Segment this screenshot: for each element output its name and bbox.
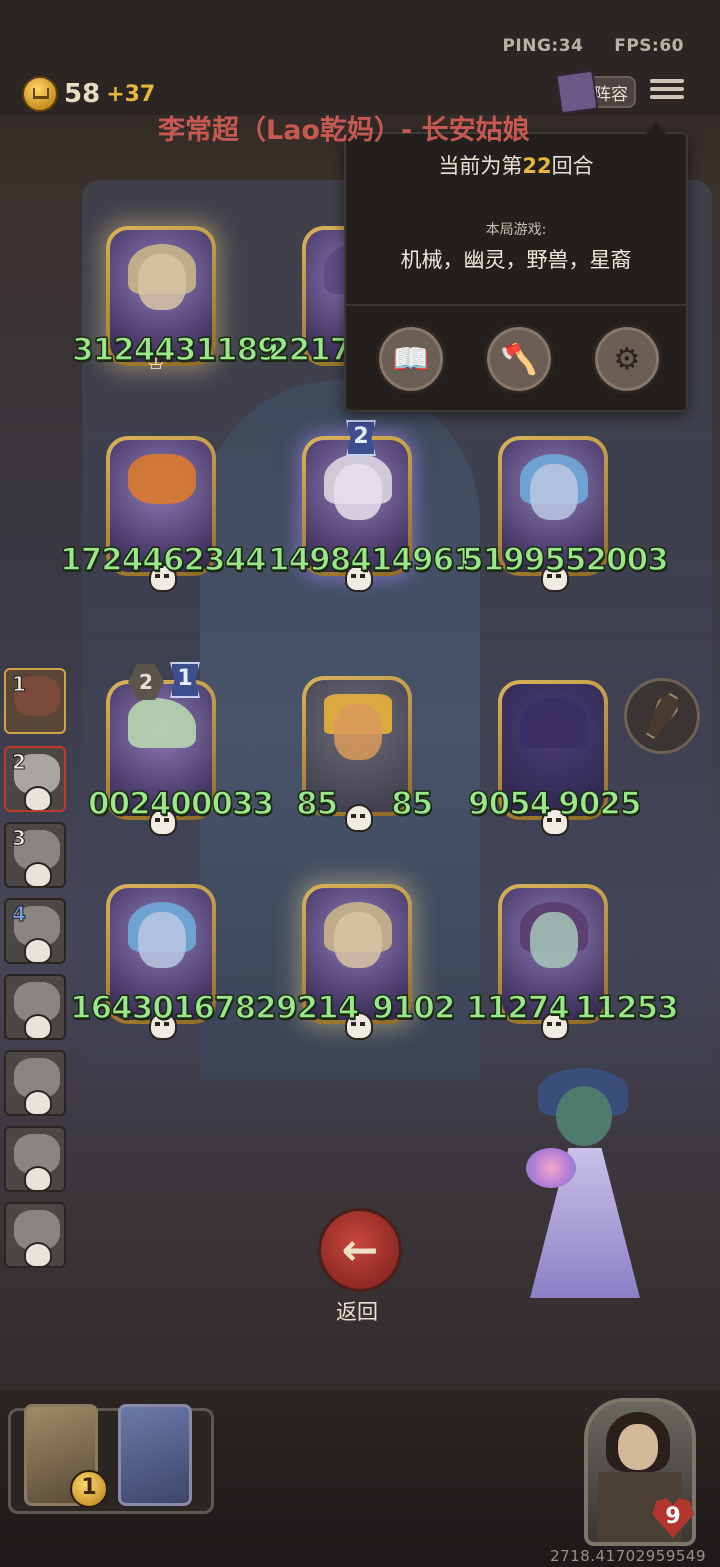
- coffin-button[interactable]: [624, 678, 700, 754]
- arrow-left-icon: ←: [341, 1224, 379, 1276]
- rulebook-button[interactable]: 📖: [376, 324, 446, 394]
- gold-coin-icon: [22, 76, 58, 112]
- skull-icon: [24, 1014, 52, 1038]
- card-stats: 1643016782: [69, 989, 277, 1027]
- hero-health: 9: [665, 1504, 681, 1529]
- card-stats: 5199552003: [461, 541, 669, 579]
- menu-button[interactable]: [650, 76, 684, 106]
- divider: [346, 304, 686, 306]
- skull-icon: [24, 786, 52, 810]
- player-slot[interactable]: 3: [4, 822, 66, 888]
- skull-icon: [24, 1090, 52, 1114]
- card-stats: 2217: [267, 331, 352, 369]
- back-button[interactable]: ←: [318, 1208, 402, 1292]
- gold-amount: 58: [64, 79, 101, 109]
- card-stats: 11274 11253: [465, 989, 679, 1027]
- card-stats: 9054 9025: [467, 785, 642, 823]
- round-text: 当前为第22回合: [438, 154, 594, 178]
- bouquet-icon: [526, 1148, 576, 1188]
- player-slot[interactable]: [4, 1126, 66, 1192]
- axe-icon: 🪓: [500, 341, 538, 377]
- player-slot[interactable]: 2: [4, 746, 66, 812]
- coffin-icon: [640, 690, 683, 743]
- performance-readout: PING:34 FPS:60: [502, 36, 684, 56]
- tribes-list: 机械，幽灵，野兽，星裔: [400, 248, 632, 272]
- card-stats: 1498414961: [267, 541, 475, 579]
- hand-card[interactable]: [118, 1404, 192, 1506]
- gear-icon: ⚙: [613, 341, 641, 377]
- footer-code: 2718.41702959549: [550, 1547, 706, 1565]
- card-stats: 3124431189: [71, 331, 279, 369]
- hand-count-badge: 1: [70, 1470, 108, 1508]
- card-stats: 1724462344: [59, 541, 267, 579]
- level-badge: 1: [170, 662, 200, 698]
- lineup-book-icon[interactable]: [555, 69, 599, 115]
- tribes-label: 本局游戏:: [485, 222, 547, 238]
- round-info-popup: 当前为第22回合 本局游戏: 机械，幽灵，野兽，星裔 📖 🪓 ⚙: [344, 122, 688, 412]
- gold-display: 58 +37: [22, 76, 155, 112]
- back-label: 返回: [336, 1300, 378, 1324]
- player-slot[interactable]: [4, 1050, 66, 1116]
- round-number: 22: [522, 154, 552, 178]
- skull-icon: [24, 1242, 52, 1266]
- player-slot[interactable]: [4, 1202, 66, 1268]
- skull-icon: [24, 938, 52, 962]
- fps-text: FPS:60: [614, 36, 684, 56]
- skull-icon: [24, 862, 52, 886]
- settings-button[interactable]: ⚙: [592, 324, 662, 394]
- card-stats: 002400033: [87, 785, 275, 823]
- npc-character: [520, 1068, 650, 1298]
- player-slot[interactable]: 4: [4, 898, 66, 964]
- lineup-label: 阵容: [594, 84, 628, 105]
- player-slot[interactable]: 1: [4, 668, 66, 734]
- surrender-button[interactable]: 🪓: [484, 324, 554, 394]
- streamer-overlay-text: 李常超（Lao乾妈）- 长安姑娘: [158, 115, 530, 146]
- card-stats: 9214 9102: [275, 989, 456, 1027]
- player-slot[interactable]: [4, 974, 66, 1040]
- skull-icon: [24, 1166, 52, 1190]
- ping-text: PING:34: [502, 36, 584, 56]
- book-icon: 📖: [392, 341, 430, 377]
- gold-income: +37: [106, 81, 156, 107]
- menu-icon: [650, 79, 684, 83]
- level-badge: 2: [346, 420, 376, 456]
- card-stats: 85 85: [295, 785, 434, 823]
